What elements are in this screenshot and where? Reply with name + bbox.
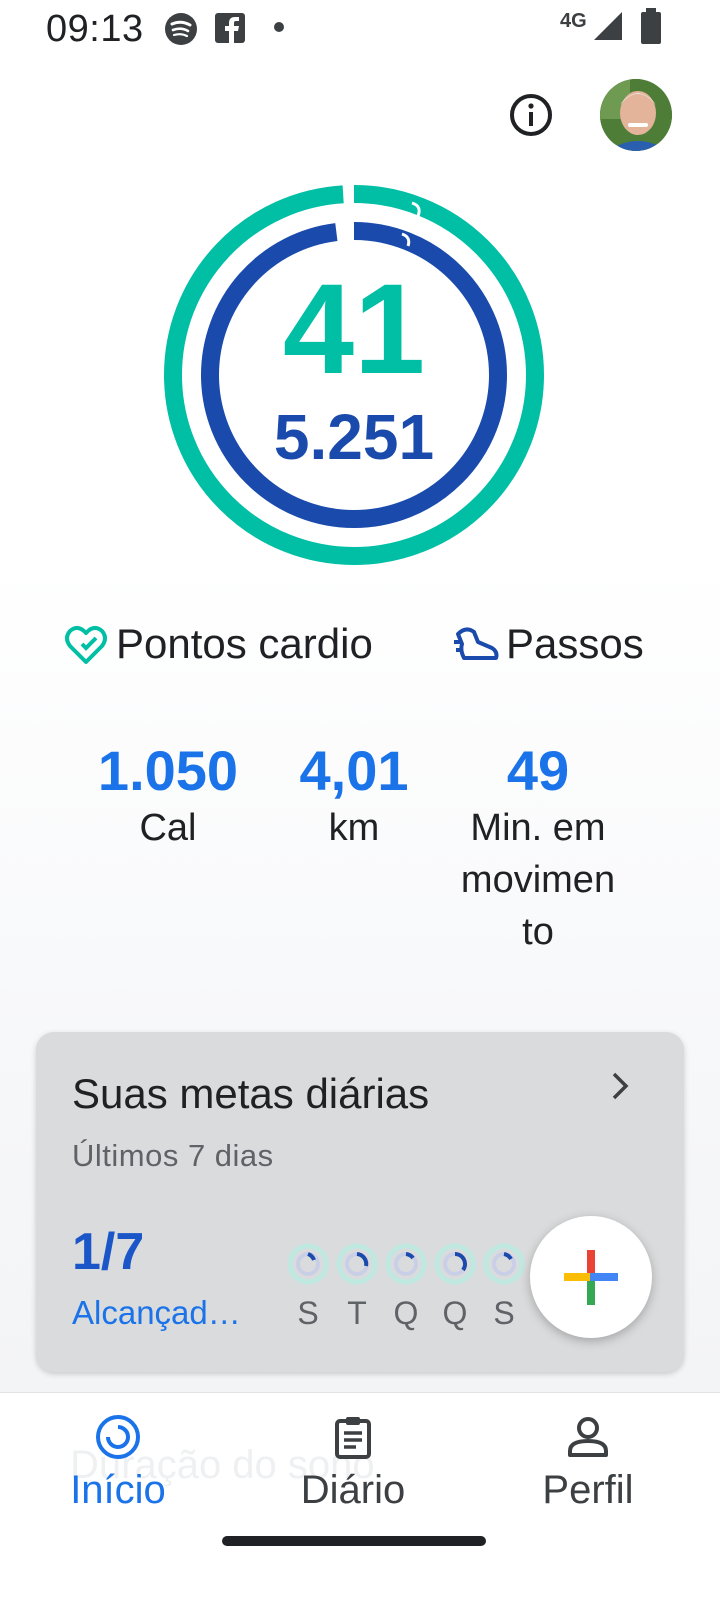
calories-stat: 1.050 Cal [68,740,268,854]
goals-title: Suas metas diárias [72,1070,430,1117]
move-minutes-value: 49 [506,739,570,802]
move-minutes-label-line-1: Min. em [470,807,606,849]
day-ring-icon [483,1243,525,1285]
nav-label-home: Início [70,1468,166,1512]
home-indicator[interactable] [222,1536,486,1546]
move-minutes-stat: 49 Min. em movimen to [438,740,638,958]
day-goal-4: Q [433,1242,477,1332]
journal-icon [335,1417,371,1459]
move-minutes-label-line-3: to [522,911,554,953]
nav-item-home[interactable]: Início [18,1413,218,1513]
goals-subtitle: Últimos 7 dias [72,1138,274,1173]
day-label: T [347,1295,367,1331]
dot-icon [273,20,285,38]
nav-item-profile[interactable]: Perfil [488,1413,688,1513]
day-label: Q [393,1295,419,1331]
day-goal-5: S [482,1242,526,1332]
steps-icon [452,620,500,673]
chevron-right-icon[interactable] [602,1068,638,1104]
home-ring-icon [96,1415,140,1459]
spotify-icon [164,12,198,51]
calories-label: Cal [139,807,197,849]
day-ring-icon [287,1243,329,1285]
goals-count: 1/7 [72,1223,145,1281]
day-ring-icon [385,1243,427,1285]
heart-points-value: 41 [282,258,426,401]
facebook-icon [214,12,246,49]
day-label: Q [442,1295,468,1331]
info-icon [510,94,552,136]
distance-label: km [328,807,380,849]
nav-item-journal[interactable]: Diário [253,1413,453,1513]
day-goal-2: T [335,1242,379,1332]
steps-label: Passos [506,620,644,667]
heart-points-icon [62,620,110,673]
move-minutes-label-line-2: movimen [460,859,616,901]
network-type-label: 4G [560,10,587,32]
add-activity-button[interactable] [530,1216,652,1338]
plus-icon [564,1250,618,1305]
day-goal-3: Q [384,1242,428,1332]
nav-label-journal: Diário [300,1468,406,1512]
day-ring-icon [434,1243,476,1285]
nav-label-profile: Perfil [542,1468,634,1512]
profile-photo [600,79,672,151]
status-bar: 09:13 4G [0,0,720,60]
activity-rings[interactable]: 41 5.251 [160,180,560,580]
metric-legend: Pontos cardio Passos [0,612,720,682]
steps-value: 5.251 [273,401,435,473]
signal-icon [592,10,624,47]
day-ring-icon [336,1243,378,1285]
distance-stat: 4,01 km [254,740,454,854]
info-button[interactable] [508,92,554,138]
calories-value: 1.050 [97,739,239,802]
battery-icon [640,8,662,49]
status-time: 09:13 [46,8,144,50]
day-label: S [297,1295,319,1331]
day-label: S [493,1295,515,1331]
distance-value: 4,01 [299,739,409,802]
day-goal-1: S [286,1242,330,1332]
bottom-navigation: Duração do sono Início Diário Perfil [0,1392,720,1601]
heart-points-label: Pontos cardio [116,620,373,667]
person-icon [568,1417,608,1457]
avatar[interactable] [600,79,672,151]
goals-achieved-label: Alcançad… [72,1294,241,1331]
